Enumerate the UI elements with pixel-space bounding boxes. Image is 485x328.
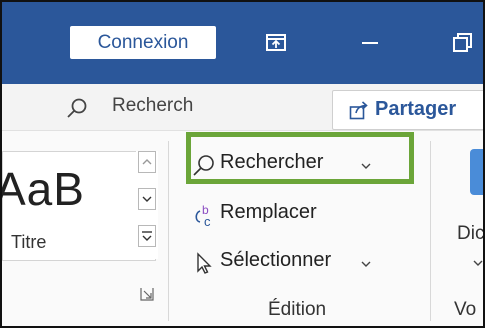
minimize-icon[interactable] — [354, 26, 386, 59]
styles-dialog-launcher-icon[interactable] — [140, 287, 154, 301]
styles-scroll-column — [136, 151, 158, 259]
share-button[interactable]: Partager — [332, 90, 483, 130]
chevron-down-icon — [142, 196, 152, 202]
editing-group-label: Édition — [268, 299, 327, 320]
svg-text:c: c — [204, 214, 211, 227]
chevron-down-icon — [361, 261, 371, 267]
share-label: Partager — [375, 98, 457, 120]
restore-icon[interactable] — [446, 26, 478, 59]
group-separator — [430, 141, 431, 321]
dictate-label[interactable]: Dic — [457, 223, 483, 245]
chevron-down-icon[interactable] — [472, 259, 484, 267]
replace-label: Remplacer — [220, 201, 317, 223]
dictate-mic-icon[interactable] — [470, 149, 483, 195]
group-separator — [168, 141, 169, 321]
style-name-label: Titre — [11, 232, 47, 252]
word-window-crop: Connexion Recherch Partager AaB Titre Re… — [0, 0, 485, 328]
search-input[interactable]: Recherch — [112, 95, 193, 117]
style-preview-text: AaB — [0, 163, 85, 215]
select-label: Sélectionner — [220, 249, 332, 271]
styles-more-button[interactable] — [138, 225, 156, 247]
voice-group-label: Vo — [454, 299, 477, 320]
styles-gallery[interactable]: AaB Titre — [2, 151, 156, 261]
chevron-up-icon — [142, 159, 152, 165]
find-button-highlight — [186, 132, 414, 184]
title-bar: Connexion — [2, 2, 483, 84]
search-icon[interactable] — [66, 97, 88, 119]
cursor-arrow-icon — [197, 252, 212, 274]
replace-icon: b c — [195, 203, 211, 227]
signin-button[interactable]: Connexion — [70, 26, 216, 59]
ribbon-display-options-icon[interactable] — [260, 26, 292, 59]
search-share-row: Recherch Partager — [2, 84, 483, 130]
styles-scroll-down-button[interactable] — [138, 188, 156, 210]
more-styles-icon — [142, 231, 152, 241]
share-icon — [349, 101, 368, 120]
styles-scroll-up-button[interactable] — [138, 151, 156, 173]
